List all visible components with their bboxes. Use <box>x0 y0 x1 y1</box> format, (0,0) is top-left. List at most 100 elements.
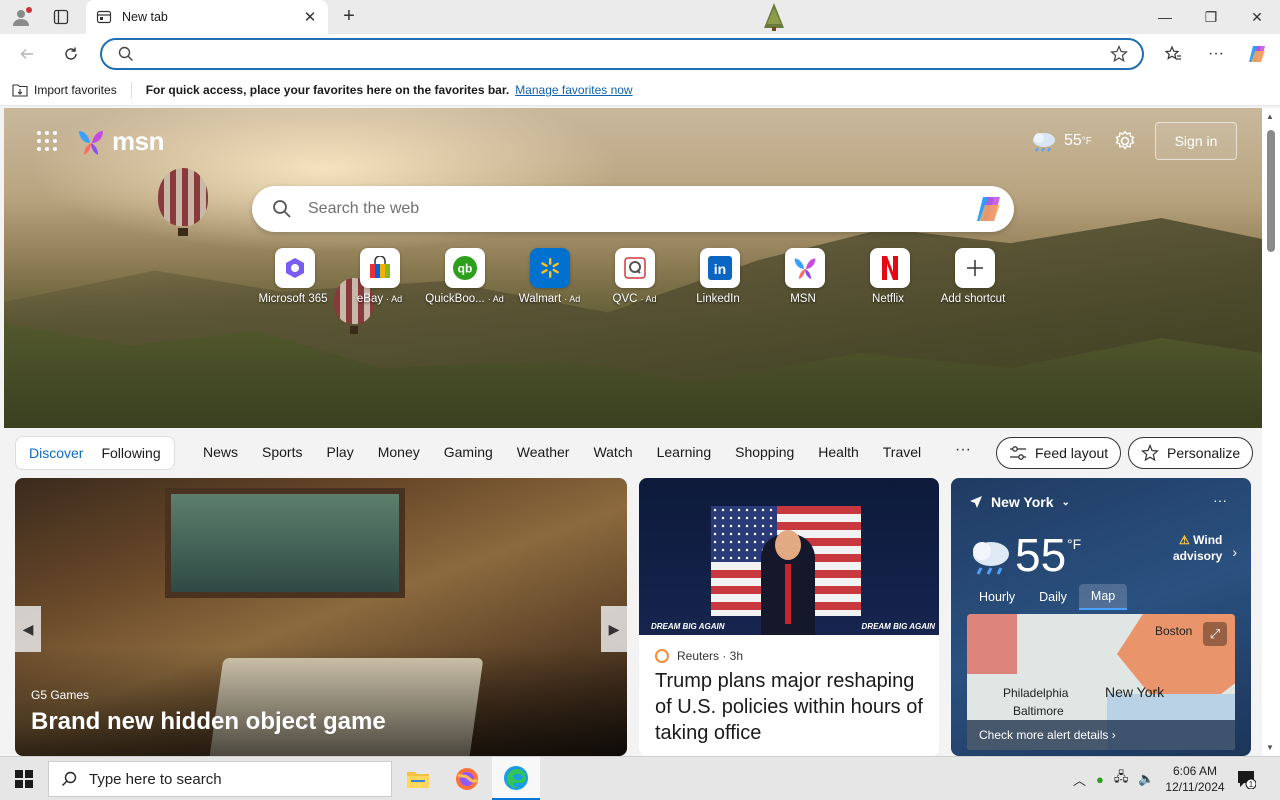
nav-shopping[interactable]: Shopping <box>735 444 794 460</box>
alert-line-1: Wind <box>1193 533 1223 547</box>
taskbar-clock[interactable]: 6:06 AM 12/11/2024 <box>1160 763 1230 795</box>
chevron-up-icon[interactable]: ︿ <box>1073 770 1086 789</box>
shortcut-netflix[interactable]: Netflix <box>847 248 932 305</box>
shortcut-microsoft-365[interactable]: Microsoft 365 <box>252 248 337 305</box>
weather-unit: °F <box>1067 536 1082 552</box>
favorites-button[interactable] <box>1160 42 1186 66</box>
tab-following[interactable]: Following <box>92 445 169 461</box>
feed-layout-button[interactable]: Feed layout <box>996 437 1122 469</box>
taskbar-search-box[interactable]: Type here to search <box>48 761 392 797</box>
weather-tab-daily[interactable]: Daily <box>1027 584 1079 610</box>
shortcut-linkedin[interactable]: in LinkedIn <box>677 248 762 305</box>
start-button[interactable] <box>0 757 48 800</box>
add-favorite-star-icon[interactable] <box>1110 44 1128 66</box>
copilot-button[interactable] <box>1245 42 1271 66</box>
back-button[interactable] <box>14 42 40 66</box>
close-tab-icon[interactable]: ✕ <box>302 9 318 26</box>
close-window-button[interactable]: ✕ <box>1234 0 1280 34</box>
weather-card[interactable]: New York ⌄ ··· 55 °F ⚠ Wind advisory › H… <box>951 478 1251 756</box>
tab-actions-icon <box>53 9 69 25</box>
user-account-icon[interactable]: ● <box>1096 772 1104 787</box>
tab-actions-button[interactable] <box>48 6 74 28</box>
network-icon[interactable]: 🖧 <box>1114 768 1129 790</box>
import-folder-icon <box>12 83 28 97</box>
page-scrollbar[interactable]: ▲ ▼ <box>1262 108 1280 756</box>
weather-tab-map[interactable]: Map <box>1078 584 1128 610</box>
alert-details-link[interactable]: Check more alert details › <box>967 720 1235 750</box>
shortcut-label: QVC <box>612 293 638 305</box>
weather-alert-map[interactable]: Boston Philadelphia New York Baltimore ⤢… <box>967 614 1235 750</box>
shortcut-qvc[interactable]: QVC · Ad <box>592 248 677 305</box>
nav-sports[interactable]: Sports <box>262 444 302 460</box>
page-settings-gear-icon[interactable] <box>1114 130 1136 155</box>
tab-discover[interactable]: Discover <box>20 445 92 461</box>
promo-card[interactable]: ◀ ▶ G5 Games Brand new hidden object gam… <box>15 478 627 756</box>
new-tab-button[interactable]: + <box>338 5 360 27</box>
shortcut-quickbooks[interactable]: qb QuickBoo... · Ad <box>422 248 507 305</box>
news-card[interactable]: DREAM BIG AGAIN DREAM BIG AGAIN Reuters … <box>639 478 939 756</box>
nav-money[interactable]: Money <box>378 444 420 460</box>
shortcut-add[interactable]: Add shortcut <box>932 248 1017 305</box>
nav-news[interactable]: News <box>203 444 238 460</box>
restore-button[interactable]: ❐ <box>1188 0 1234 34</box>
shortcut-walmart[interactable]: Walmart · Ad <box>507 248 592 305</box>
app-launcher-icon[interactable] <box>36 130 58 155</box>
minimize-button[interactable]: — <box>1142 0 1188 34</box>
profile-button[interactable] <box>8 6 34 28</box>
address-input[interactable] <box>144 44 1084 64</box>
chevron-right-icon[interactable]: › <box>1232 544 1237 560</box>
expand-map-icon[interactable]: ⤢ <box>1203 622 1227 646</box>
manage-favorites-link[interactable]: Manage favorites now <box>515 83 632 97</box>
nav-weather[interactable]: Weather <box>517 444 570 460</box>
nav-play[interactable]: Play <box>326 444 353 460</box>
msn-logo[interactable]: msn <box>76 126 164 157</box>
copilot-search-icon[interactable] <box>974 194 1006 227</box>
shortcut-msn[interactable]: MSN <box>762 248 847 305</box>
carousel-next-button[interactable]: ▶ <box>601 606 627 652</box>
firefox-button[interactable] <box>443 757 491 800</box>
profile-alert-dot <box>26 7 32 13</box>
weather-tab-hourly[interactable]: Hourly <box>967 584 1027 610</box>
weather-mini-widget[interactable]: 55 °F <box>1030 130 1092 152</box>
shortcut-label: eBay <box>356 293 384 305</box>
import-favorites-button[interactable]: Import favorites <box>12 83 117 97</box>
wind-advisory-alert[interactable]: ⚠ Wind advisory <box>1173 532 1222 564</box>
personalize-button[interactable]: Personalize <box>1128 437 1254 469</box>
svg-text:qb: qb <box>457 262 472 276</box>
card-title[interactable]: Brand new hidden object game <box>31 708 386 736</box>
shortcut-ebay[interactable]: eBay · Ad <box>337 248 422 305</box>
refresh-button[interactable] <box>58 42 84 66</box>
msn-logo-text: msn <box>112 126 164 156</box>
ad-label: · Ad <box>564 294 581 304</box>
banner-text: DREAM BIG AGAIN <box>651 622 725 631</box>
sliders-icon <box>1010 446 1026 460</box>
personalize-label: Personalize <box>1167 445 1241 461</box>
msn-icon <box>794 258 815 280</box>
settings-more-button[interactable]: ··· <box>1203 42 1229 66</box>
nav-travel[interactable]: Travel <box>883 444 921 460</box>
ad-label: · Ad <box>487 294 504 304</box>
nav-watch[interactable]: Watch <box>593 444 632 460</box>
news-headline[interactable]: Trump plans major reshaping of U.S. poli… <box>655 668 927 746</box>
scroll-down-icon[interactable]: ▼ <box>1266 743 1274 752</box>
carousel-prev-button[interactable]: ◀ <box>15 606 41 652</box>
notification-center-button[interactable]: 1 <box>1236 769 1257 792</box>
weather-more-icon[interactable]: ··· <box>1213 492 1227 508</box>
shortcut-label: Add shortcut <box>940 293 1006 305</box>
scrollbar-thumb[interactable] <box>1267 130 1275 252</box>
sign-in-button[interactable]: Sign in <box>1155 122 1237 160</box>
plus-icon <box>966 260 983 276</box>
file-explorer-button[interactable] <box>394 757 442 800</box>
volume-icon[interactable]: 🔈 <box>1138 771 1154 787</box>
nav-learning[interactable]: Learning <box>657 444 712 460</box>
weather-location[interactable]: New York ⌄ <box>969 494 1070 510</box>
clock-time: 6:06 AM <box>1172 764 1218 778</box>
scroll-up-icon[interactable]: ▲ <box>1266 112 1274 121</box>
tab-new-tab[interactable]: New tab ✕ <box>86 0 328 34</box>
address-bar[interactable] <box>100 38 1144 70</box>
edge-button[interactable] <box>492 757 540 800</box>
nav-health[interactable]: Health <box>818 444 858 460</box>
web-search-box[interactable]: Search the web <box>252 186 1014 232</box>
more-categories-button[interactable]: ··· <box>955 441 971 459</box>
nav-gaming[interactable]: Gaming <box>444 444 493 460</box>
